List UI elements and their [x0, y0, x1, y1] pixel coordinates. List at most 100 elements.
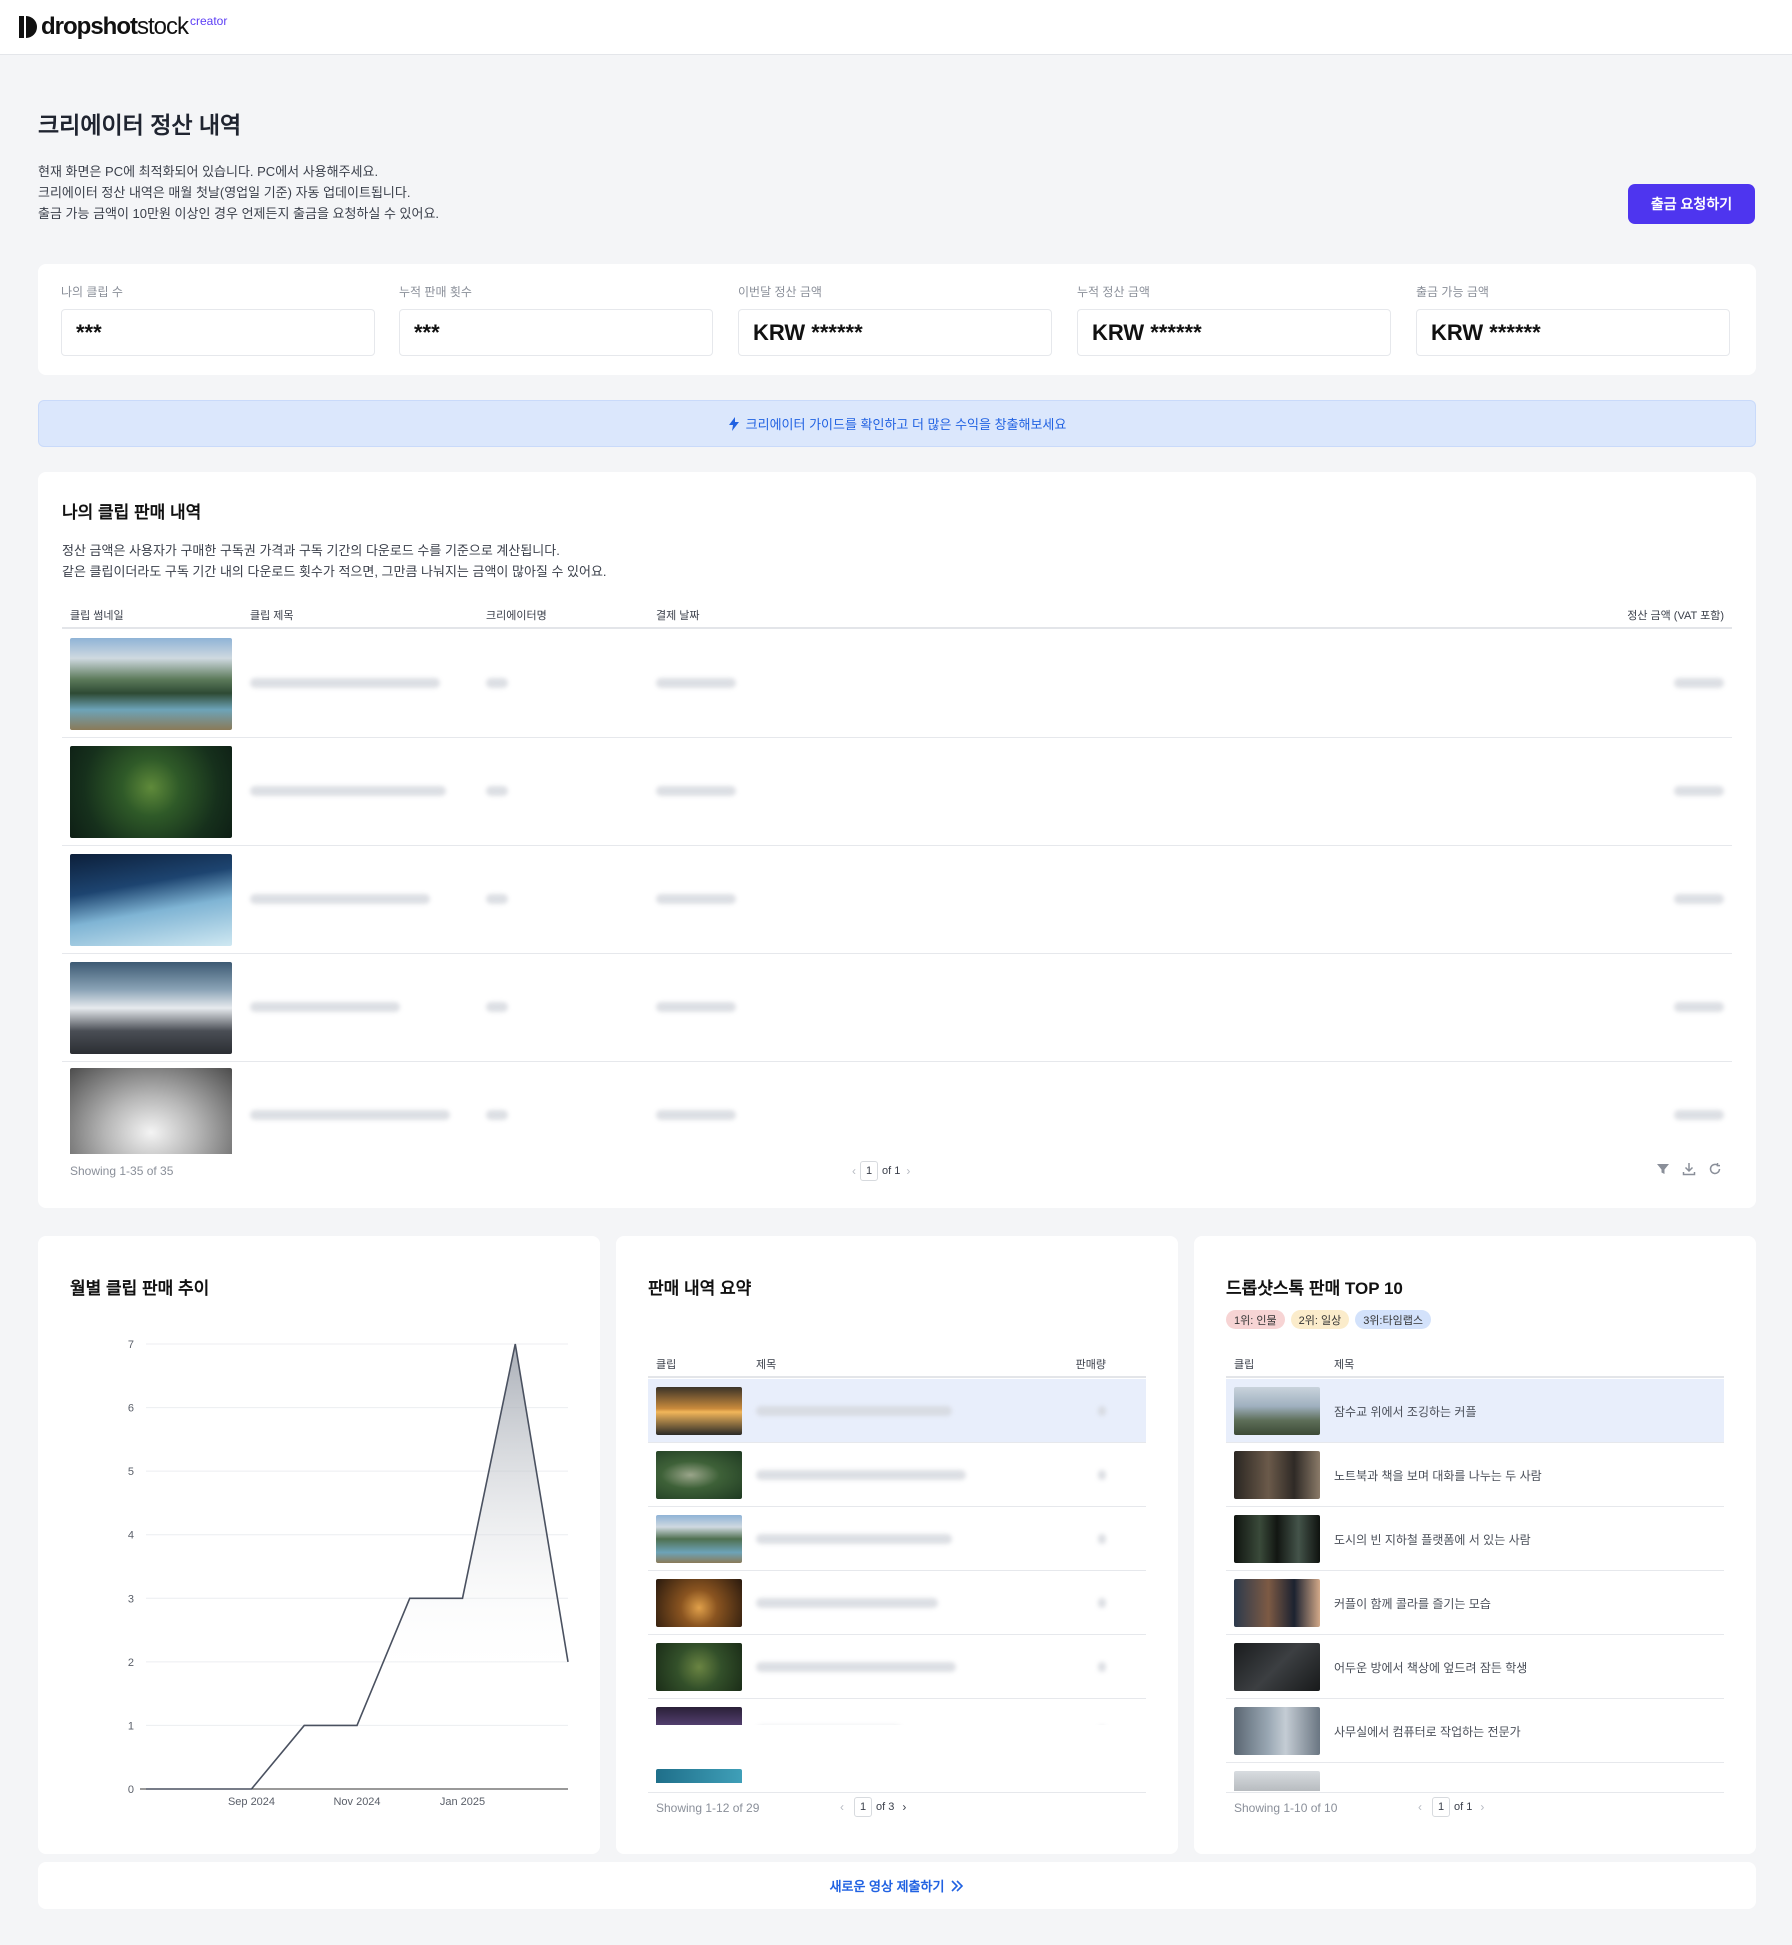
refresh-icon[interactable] — [1708, 1162, 1722, 1176]
blurred-amount — [1674, 1110, 1724, 1120]
col-payment-date[interactable]: 결제 날짜 — [656, 607, 700, 623]
clip-thumbnail[interactable] — [70, 962, 232, 1054]
prev-page-icon[interactable]: ‹ — [852, 1164, 856, 1178]
blurred-amount — [1674, 678, 1724, 688]
blurred-creator — [486, 1110, 508, 1120]
blurred-count — [1098, 1406, 1106, 1416]
clip-thumbnail[interactable] — [656, 1515, 742, 1563]
clip-thumbnail[interactable] — [70, 854, 232, 946]
clip-title: 어두운 방에서 책상에 엎드려 잠든 학생 — [1334, 1661, 1528, 1675]
blurred-creator — [486, 894, 508, 904]
page-number-input[interactable]: 1 — [860, 1161, 878, 1181]
clip-thumbnail[interactable] — [656, 1451, 742, 1499]
stat-value: KRW ****** — [1077, 309, 1391, 356]
col-settlement-amount[interactable]: 정산 금액 (VAT 포함) — [1627, 607, 1724, 623]
col-clip[interactable]: 클립 — [1234, 1356, 1254, 1372]
page-number-input[interactable]: 1 — [1432, 1797, 1450, 1817]
table-row[interactable] — [1226, 1763, 1724, 1791]
clip-thumbnail[interactable] — [656, 1707, 742, 1725]
blurred-amount — [1674, 786, 1724, 796]
showing-count: Showing 1-35 of 35 — [70, 1164, 174, 1178]
clip-thumbnail[interactable] — [656, 1643, 742, 1691]
table-row[interactable]: 사무실에서 컴퓨터로 작업하는 전문가 — [1226, 1699, 1724, 1763]
next-page-icon[interactable]: › — [906, 1164, 910, 1178]
table-row[interactable] — [62, 1062, 1732, 1154]
withdraw-request-button[interactable]: 출금 요청하기 — [1628, 184, 1755, 224]
rank-badge[interactable]: 1위: 인물 — [1226, 1310, 1285, 1329]
clip-title: 사무실에서 컴퓨터로 작업하는 전문가 — [1334, 1725, 1521, 1739]
clip-thumbnail[interactable] — [70, 638, 232, 730]
stat-label: 나의 클립 수 — [61, 285, 123, 299]
table-row[interactable] — [648, 1571, 1146, 1635]
col-creator[interactable]: 크리에이터명 — [486, 607, 547, 623]
clip-thumbnail[interactable] — [1234, 1579, 1320, 1627]
page-notice: 현재 화면은 PC에 최적화되어 있습니다. PC에서 사용해주세요. 크리에이… — [38, 161, 439, 224]
next-page-icon[interactable]: › — [1480, 1800, 1484, 1814]
table-row[interactable]: 노트북과 책을 보며 대화를 나누는 두 사람 — [1226, 1443, 1724, 1507]
clip-thumbnail[interactable] — [1234, 1707, 1320, 1755]
col-thumbnail[interactable]: 클립 썸네일 — [70, 607, 124, 623]
sales-description: 정산 금액은 사용자가 구매한 구독권 가격과 구독 기간의 다운로드 수를 기… — [62, 540, 607, 582]
y-tick-label: 2 — [128, 1657, 134, 1669]
clip-thumbnail[interactable] — [1234, 1643, 1320, 1691]
blurred-title — [250, 786, 446, 796]
guide-banner-text: 크리에이터 가이드를 확인하고 더 많은 수익을 창출해보세요 — [745, 417, 1067, 432]
table-row[interactable] — [648, 1699, 1146, 1725]
section-title: 나의 클립 판매 내역 — [62, 503, 202, 522]
pagination: ‹ 1 of 3 › — [840, 1797, 906, 1817]
clip-thumbnail[interactable] — [70, 746, 232, 838]
clip-thumbnail[interactable] — [656, 1579, 742, 1627]
clip-thumbnail[interactable] — [1234, 1515, 1320, 1563]
table-row[interactable] — [62, 738, 1732, 846]
blurred-title — [756, 1598, 938, 1608]
table-row[interactable] — [62, 954, 1732, 1062]
monthly-sales-chart: 0 1 2 3 4 5 6 7 Sep 2024 Nov 2024 Jan 2025 — [128, 1339, 569, 1808]
sales-table-body — [62, 630, 1732, 1154]
sales-table-footer: Showing 1-35 of 35 ‹ 1 of 1 › — [62, 1158, 1732, 1186]
clip-thumbnail[interactable] — [1234, 1451, 1320, 1499]
col-title[interactable]: 제목 — [756, 1356, 776, 1372]
stat-this-month: 이번달 정산 금액 KRW ****** — [738, 283, 1052, 356]
stat-value: KRW ****** — [1416, 309, 1730, 356]
rank-badge[interactable]: 3위:타임랩스 — [1355, 1310, 1431, 1329]
next-page-icon[interactable]: › — [902, 1800, 906, 1814]
table-row[interactable] — [648, 1443, 1146, 1507]
prev-page-icon[interactable]: ‹ — [1418, 1800, 1422, 1814]
clip-thumbnail[interactable] — [70, 1068, 232, 1154]
blurred-amount — [1674, 894, 1724, 904]
clip-thumbnail[interactable] — [1234, 1387, 1320, 1435]
prev-page-icon[interactable]: ‹ — [840, 1800, 844, 1814]
stat-label: 이번달 정산 금액 — [738, 285, 822, 299]
col-title[interactable]: 제목 — [1334, 1356, 1354, 1372]
dropshot-stock-logo[interactable]: dropshot stock creator — [19, 12, 227, 42]
col-title[interactable]: 클립 제목 — [250, 607, 294, 623]
blurred-count — [1098, 1470, 1106, 1480]
table-row[interactable] — [648, 1507, 1146, 1571]
summary-table-body — [648, 1379, 1146, 1725]
clip-thumbnail-partial — [656, 1769, 742, 1783]
page-title: 크리에이터 정산 내역 — [38, 112, 242, 138]
clip-thumbnail[interactable] — [1234, 1771, 1320, 1791]
col-clip[interactable]: 클립 — [656, 1356, 676, 1372]
table-row[interactable]: 커플이 함께 콜라를 즐기는 모습 — [1226, 1571, 1724, 1635]
table-row[interactable]: 잠수교 위에서 조깅하는 커플 — [1226, 1379, 1724, 1443]
table-row[interactable]: 도시의 빈 지하철 플랫폼에 서 있는 사람 — [1226, 1507, 1724, 1571]
table-row[interactable] — [648, 1379, 1146, 1443]
table-row[interactable] — [648, 1635, 1146, 1699]
stat-value: *** — [399, 309, 713, 356]
stat-value: KRW ****** — [738, 309, 1052, 356]
table-row[interactable]: 어두운 방에서 책상에 엎드려 잠든 학생 — [1226, 1635, 1724, 1699]
col-sales-count[interactable]: 판매량 — [1076, 1356, 1106, 1372]
submit-new-video-bar[interactable]: 새로운 영상 제출하기 — [38, 1862, 1756, 1909]
clip-thumbnail[interactable] — [656, 1387, 742, 1435]
creator-guide-banner[interactable]: 크리에이터 가이드를 확인하고 더 많은 수익을 창출해보세요 — [38, 400, 1756, 447]
page-number-input[interactable]: 1 — [854, 1797, 872, 1817]
filter-icon[interactable] — [1656, 1162, 1670, 1176]
table-row[interactable] — [62, 630, 1732, 738]
download-icon[interactable] — [1682, 1162, 1696, 1176]
blurred-creator — [486, 678, 508, 688]
table-row[interactable] — [62, 846, 1732, 954]
y-tick-label: 6 — [128, 1403, 134, 1415]
blurred-creator — [486, 786, 508, 796]
rank-badge[interactable]: 2위: 일상 — [1290, 1310, 1350, 1329]
